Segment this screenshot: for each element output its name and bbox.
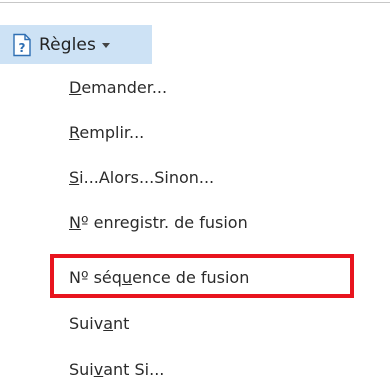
menu-item-demander[interactable]: Demander...	[69, 68, 167, 108]
access-key: S	[69, 168, 80, 187]
svg-text:?: ?	[19, 41, 26, 55]
access-key: v	[93, 360, 104, 379]
ribbon-top-border	[0, 2, 390, 3]
menu-item-suivant[interactable]: Suivant	[69, 304, 129, 344]
word-rules-menu-screen: ? Règles Demander... Remplir... Si...Alo…	[0, 0, 390, 390]
chevron-down-icon	[101, 43, 110, 48]
rules-button[interactable]: ? Règles	[0, 25, 152, 64]
menu-item-suivant-si[interactable]: Suivant Si...	[69, 350, 164, 390]
rules-document-question-icon: ?	[11, 33, 33, 57]
access-key: R	[69, 123, 80, 142]
rules-button-label: Règles	[39, 34, 96, 55]
menu-item-si-alors-sinon[interactable]: Si...Alors...Sinon...	[69, 158, 214, 198]
menu-item-remplir[interactable]: Remplir...	[69, 113, 144, 153]
access-key: N	[69, 213, 81, 232]
highlight-annotation-box	[50, 254, 354, 298]
access-key: a	[103, 314, 114, 333]
menu-item-no-enregistr-de-fusion[interactable]: Nº enregistr. de fusion	[69, 203, 248, 243]
access-key: D	[69, 78, 82, 97]
